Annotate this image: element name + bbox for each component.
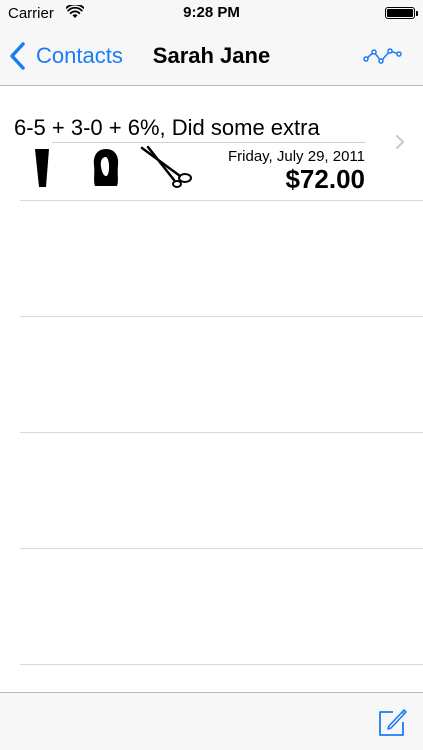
page-title: Sarah Jane <box>152 43 271 68</box>
line-graph-icon[interactable] <box>363 44 403 68</box>
visit-amount: $72.00 <box>285 164 365 194</box>
row-separator <box>20 316 423 317</box>
hair-silhouette-icon <box>93 149 119 186</box>
title-underline <box>52 142 366 143</box>
hair-color-tube-icon <box>35 149 49 187</box>
visit-title: 6-5 + 3-0 + 6%, Did some extra <box>14 115 320 140</box>
scissors-icon <box>140 146 192 188</box>
status-bar: Carrier 9:28 PM <box>0 0 423 28</box>
row-separator <box>20 664 423 665</box>
chevron-right-icon <box>396 135 404 149</box>
screen: Carrier 9:28 PM Contacts Sarah Jane 6-5 … <box>0 0 423 750</box>
row-separator <box>20 432 423 433</box>
visit-list: 6-5 + 3-0 + 6%, Did some extra Friday, J… <box>0 86 423 692</box>
battery-full-icon <box>385 7 418 19</box>
row-separator <box>20 548 423 549</box>
row-separator <box>20 200 423 201</box>
nav-bar: Contacts Sarah Jane <box>0 28 423 86</box>
bottom-toolbar <box>0 692 423 750</box>
visit-row[interactable]: 6-5 + 3-0 + 6%, Did some extra Friday, J… <box>0 86 423 201</box>
clock-label: 9:28 PM <box>183 4 240 21</box>
visit-date: Friday, July 29, 2011 <box>227 148 365 165</box>
compose-icon[interactable] <box>375 705 409 739</box>
